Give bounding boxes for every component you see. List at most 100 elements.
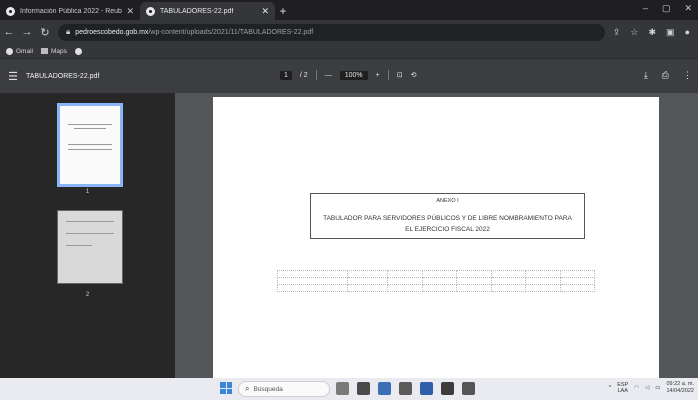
language-indicator[interactable]: ESP LAA — [617, 382, 628, 394]
table-cell — [277, 283, 348, 292]
share-icon[interactable]: ⇪ — [613, 27, 621, 38]
zoom-input[interactable]: 100% — [339, 70, 368, 80]
maps-icon — [40, 48, 48, 54]
table-cell — [347, 269, 388, 278]
bookmark-extra[interactable] — [74, 47, 82, 55]
tab-title: Información Pública 2022 - Reub — [20, 7, 122, 15]
bookmark-gmail[interactable]: Gmail — [6, 47, 33, 55]
thumb-line — [66, 245, 92, 246]
chrome-icon[interactable] — [441, 382, 454, 395]
task-view-icon[interactable] — [336, 382, 349, 395]
tab-strip: Información Pública 2022 - Reub ✕ TABULA… — [0, 0, 698, 20]
reload-icon[interactable]: ↻ — [36, 26, 54, 39]
close-window-icon[interactable]: ✕ — [684, 3, 692, 14]
store-icon[interactable] — [420, 382, 433, 395]
table-cell — [490, 276, 526, 285]
print-icon[interactable]: ⎙ — [662, 70, 669, 81]
thumb-line — [68, 144, 112, 145]
page-thumbnail-1[interactable] — [57, 103, 123, 187]
table-row — [277, 269, 595, 278]
clock-date: 14/04/2022 — [666, 388, 694, 394]
table-row — [277, 283, 595, 292]
battery-icon[interactable]: ▭ — [655, 385, 660, 391]
table-cell — [490, 269, 526, 278]
browser-toolbar: ← → ↻ 🔒︎ pedroescobedo.gob.mx /wp-conten… — [0, 20, 698, 44]
document-viewport[interactable]: ANEXO I TABULADOR PARA SERVIDORES PÚBLIC… — [175, 93, 698, 378]
bookmarks-bar: Gmail Maps — [0, 44, 698, 59]
table-cell — [277, 269, 348, 278]
fit-page-icon[interactable]: ⊡ — [397, 71, 403, 79]
bookmark-label: Maps — [50, 47, 67, 55]
table-cell — [387, 276, 423, 285]
back-arrow-icon[interactable]: ← — [0, 26, 18, 38]
sidebar-panel-icon[interactable]: ▣ — [666, 27, 675, 38]
close-tab-icon[interactable]: ✕ — [126, 6, 134, 17]
table-row — [277, 276, 595, 285]
divider — [387, 70, 389, 80]
search-label: Búsqueda — [253, 385, 283, 393]
widgets-icon[interactable] — [357, 382, 370, 395]
download-icon[interactable]: ⤓ — [644, 70, 648, 81]
address-bar[interactable]: 🔒︎ pedroescobedo.gob.mx /wp-content/uplo… — [58, 23, 605, 41]
table-cell — [559, 269, 595, 278]
table-cell — [387, 269, 423, 278]
thumb-line — [66, 233, 114, 234]
thumbnail-sidebar: 1 2 — [0, 93, 175, 378]
close-tab-icon[interactable]: ✕ — [261, 6, 269, 17]
rotate-icon[interactable]: ⟲ — [411, 71, 417, 79]
extensions-icon[interactable]: ✱ — [649, 27, 657, 38]
zoom-in-icon[interactable]: + — [376, 72, 380, 79]
browser-tab-tabuladores[interactable]: TABULADORES-22.pdf ✕ — [140, 2, 275, 20]
thumbnail-number: 1 — [85, 189, 90, 195]
zoom-out-icon[interactable]: — — [325, 72, 332, 79]
maximize-icon[interactable]: ▢ — [662, 3, 671, 14]
lang-layout: LAA — [617, 388, 628, 394]
file-explorer-icon[interactable] — [399, 382, 412, 395]
search-icon: ⌕ — [245, 384, 250, 393]
bookmark-star-icon[interactable]: ☆ — [630, 27, 638, 38]
window-controls: – ▢ ✕ — [643, 3, 692, 14]
wifi-icon[interactable]: ◠ — [634, 385, 639, 391]
table-cell — [421, 269, 457, 278]
clock[interactable]: 09:22 a. m. 14/04/2022 — [666, 381, 694, 395]
table-cell — [421, 283, 457, 292]
windows-start-icon[interactable] — [220, 382, 232, 394]
taskbar-search[interactable]: ⌕ Búsqueda — [238, 381, 330, 397]
pdf-page: ANEXO I TABULADOR PARA SERVIDORES PÚBLIC… — [213, 97, 659, 378]
forward-arrow-icon[interactable]: → — [18, 26, 36, 38]
table-cell — [456, 269, 492, 278]
thumb-line — [74, 128, 106, 129]
tabulator-table — [277, 263, 595, 292]
profile-icon[interactable]: ● — [685, 27, 690, 38]
globe-icon — [74, 47, 82, 55]
app-icon[interactable] — [462, 382, 475, 395]
table-cell — [387, 283, 423, 292]
chevron-up-icon[interactable]: ^ — [609, 385, 612, 391]
bookmark-maps[interactable]: Maps — [40, 47, 67, 55]
more-options-icon[interactable]: ⋮ — [683, 70, 692, 81]
url-domain: pedroescobedo.gob.mx — [75, 28, 149, 36]
table-row — [277, 263, 595, 271]
volume-icon[interactable]: ◁ — [645, 385, 649, 391]
table-cell — [456, 276, 492, 285]
table-cell — [525, 276, 561, 285]
menu-hamburger-icon[interactable]: ☰ — [0, 70, 26, 83]
page-thumbnail-2[interactable] — [57, 210, 123, 284]
table-cell — [347, 276, 388, 285]
system-tray: ^ ESP LAA ◠ ◁ ▭ 09:22 a. m. 14/04/2022 — [609, 381, 694, 395]
table-cell — [525, 283, 561, 292]
new-tab-button[interactable]: + — [275, 2, 291, 20]
page-number-input[interactable]: 1 — [280, 70, 292, 80]
thumb-line — [68, 124, 112, 125]
site-favicon-icon — [146, 6, 155, 16]
toolbar-icons: ⇪ ☆ ✱ ▣ ● — [613, 27, 690, 38]
minimize-icon[interactable]: – — [643, 3, 648, 14]
annex-label: ANEXO I — [436, 198, 459, 204]
table-cell — [559, 283, 595, 292]
edge-icon[interactable] — [378, 382, 391, 395]
table-cell — [277, 276, 348, 285]
pdf-actions: ⤓ ⎙ ⋮ — [644, 70, 692, 81]
browser-tab-informacion-publica[interactable]: Información Pública 2022 - Reub ✕ — [0, 2, 140, 20]
taskbar-apps — [336, 382, 475, 395]
page-controls: 1 / 2 — 100% + ⊡ ⟲ — [280, 70, 416, 80]
